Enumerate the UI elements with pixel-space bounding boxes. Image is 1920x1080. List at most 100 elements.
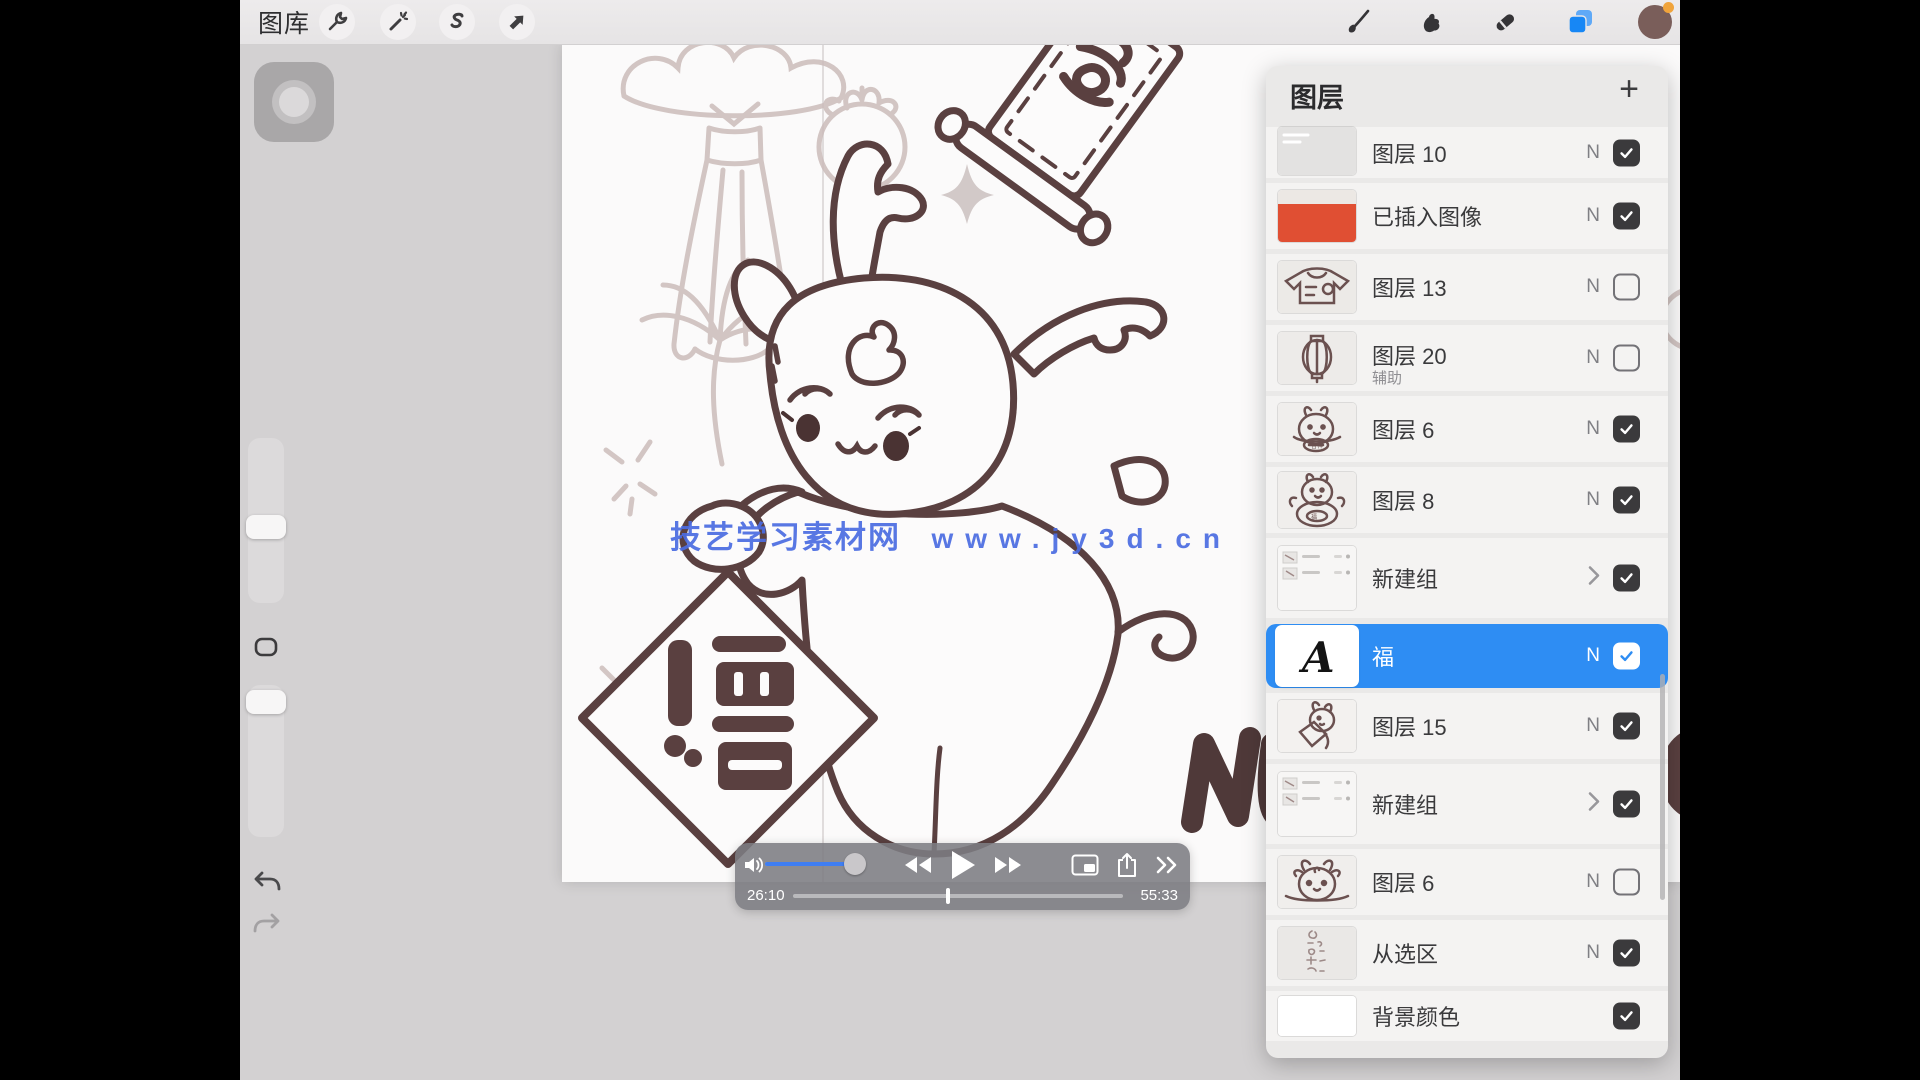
- layer-thumbnail: [1278, 996, 1356, 1036]
- play-button[interactable]: [946, 849, 980, 881]
- brush-icon[interactable]: [1340, 4, 1376, 40]
- layer-visibility-checkbox[interactable]: [1613, 274, 1640, 301]
- progress-bar[interactable]: [793, 894, 1123, 898]
- layer-thumbnail: [1278, 127, 1356, 175]
- layer-row[interactable]: 从选区N: [1266, 920, 1668, 986]
- volume-fill: [765, 862, 855, 866]
- blend-mode-badge[interactable]: N: [1586, 942, 1600, 964]
- group-expand-chevron-icon[interactable]: [1586, 565, 1602, 592]
- blend-mode-badge[interactable]: N: [1586, 142, 1600, 164]
- layer-visibility-checkbox[interactable]: [1613, 643, 1640, 670]
- color-swatch[interactable]: [1638, 5, 1672, 39]
- layer-row[interactable]: 图层 10 N: [1266, 127, 1668, 178]
- layer-visibility-checkbox[interactable]: [1613, 139, 1640, 166]
- layer-row[interactable]: 背景颜色: [1266, 991, 1668, 1041]
- duration: 55:33: [1140, 887, 1178, 904]
- layer-name: 福: [1372, 640, 1394, 672]
- layer-thumbnail: [1278, 190, 1356, 242]
- layer-name: 图层 13: [1372, 271, 1447, 303]
- layer-row[interactable]: 吉祥 图层 6 N: [1266, 396, 1668, 462]
- layer-visibility-checkbox[interactable]: [1613, 940, 1640, 967]
- layer-row[interactable]: 福图层 8 N: [1266, 467, 1668, 533]
- selection-icon[interactable]: [439, 4, 475, 40]
- layer-thumbnail: 福: [1278, 472, 1356, 528]
- share-button[interactable]: [1110, 849, 1144, 881]
- video-player-controls: 26:10 55:33: [735, 843, 1190, 910]
- redo-button[interactable]: [252, 912, 282, 936]
- blend-mode-badge[interactable]: N: [1586, 871, 1600, 893]
- adjustments-wand-icon[interactable]: [380, 4, 416, 40]
- brush-size-handle[interactable]: [246, 515, 286, 539]
- undo-button[interactable]: [252, 870, 282, 894]
- layer-row[interactable]: 已插入图像 N: [1266, 183, 1668, 249]
- layer-visibility-checkbox[interactable]: [1613, 203, 1640, 230]
- layer-thumbnail: 吉祥: [1278, 403, 1356, 455]
- eraser-icon[interactable]: [1487, 4, 1523, 40]
- floating-record-widget[interactable]: [254, 62, 334, 142]
- blend-mode-badge[interactable]: N: [1586, 418, 1600, 440]
- blend-mode-badge[interactable]: N: [1586, 715, 1600, 737]
- smudge-icon[interactable]: [1414, 4, 1450, 40]
- layer-row[interactable]: 图层 15 N: [1266, 693, 1668, 759]
- layer-name: 图层 8: [1372, 484, 1434, 516]
- layer-subtitle: 辅助: [1372, 367, 1402, 388]
- layer-name: 图层 15: [1372, 710, 1447, 742]
- layer-visibility-checkbox[interactable]: [1613, 869, 1640, 896]
- svg-text:A: A: [1298, 633, 1335, 682]
- layer-thumbnail: [1278, 700, 1356, 752]
- volume-knob[interactable]: [844, 853, 866, 875]
- layer-name: 已插入图像: [1372, 200, 1482, 232]
- layer-thumbnail: [1278, 261, 1356, 313]
- procreate-workspace: 技艺学习素材网 www.jy3d.cn 图库: [240, 0, 1680, 1080]
- layers-icon[interactable]: [1562, 4, 1598, 40]
- progress-scrubber[interactable]: [946, 888, 950, 904]
- svg-text:吉祥: 吉祥: [1311, 442, 1323, 450]
- add-layer-button[interactable]: +: [1612, 72, 1646, 106]
- layer-name: 图层 10: [1372, 137, 1447, 169]
- brush-opacity-handle[interactable]: [246, 690, 286, 714]
- layer-visibility-checkbox[interactable]: [1613, 713, 1640, 740]
- layer-visibility-checkbox[interactable]: [1613, 565, 1640, 592]
- actions-wrench-icon[interactable]: [319, 4, 355, 40]
- layer-thumbnail: [1278, 546, 1356, 610]
- blend-mode-badge[interactable]: N: [1586, 205, 1600, 227]
- blend-mode-badge[interactable]: N: [1586, 489, 1600, 511]
- more-controls-button[interactable]: [1150, 849, 1184, 881]
- record-ring-icon: [272, 80, 316, 124]
- transform-arrow-icon[interactable]: [499, 4, 535, 40]
- layer-row[interactable]: A福N: [1266, 624, 1668, 688]
- layer-list: 图层 10N已插入图像N图层 13N图层 20辅助N吉祥图层 6N福图层 8N新…: [1266, 127, 1668, 1046]
- group-expand-chevron-icon[interactable]: [1586, 791, 1602, 818]
- layer-visibility-checkbox[interactable]: [1613, 1003, 1640, 1030]
- blend-mode-badge[interactable]: N: [1586, 276, 1600, 298]
- layer-visibility-checkbox[interactable]: [1613, 416, 1640, 443]
- blend-mode-badge[interactable]: N: [1586, 645, 1600, 667]
- layer-name: 图层 6: [1372, 413, 1434, 445]
- layer-row[interactable]: 图层 20辅助N: [1266, 325, 1668, 391]
- layer-name: 新建组: [1372, 562, 1438, 594]
- fast-forward-button[interactable]: [991, 849, 1025, 881]
- gallery-button[interactable]: 图库: [258, 0, 310, 44]
- top-toolbar: 图库: [240, 0, 1680, 45]
- watermark-site-name: 技艺学习素材网: [670, 520, 901, 555]
- layer-group-row[interactable]: 新建组: [1266, 538, 1668, 618]
- layer-group-row[interactable]: 新建组: [1266, 764, 1668, 844]
- layer-row[interactable]: 图层 6N: [1266, 849, 1668, 915]
- rewind-button[interactable]: [901, 849, 935, 881]
- watermark: 技艺学习素材网 www.jy3d.cn: [670, 512, 1232, 557]
- layer-visibility-checkbox[interactable]: [1613, 345, 1640, 372]
- layer-name: 新建组: [1372, 788, 1438, 820]
- layer-visibility-checkbox[interactable]: [1613, 791, 1640, 818]
- volume-slider[interactable]: [765, 862, 863, 866]
- color-alert-dot: [1663, 2, 1674, 13]
- layers-panel: 图层 + 图层 10N已插入图像N图层 13N图层 20辅助N吉祥图层 6N福图…: [1266, 66, 1668, 1058]
- layer-thumbnail: [1278, 332, 1356, 384]
- modify-button[interactable]: [253, 634, 279, 660]
- layer-visibility-checkbox[interactable]: [1613, 487, 1640, 514]
- pip-button[interactable]: [1068, 849, 1102, 881]
- layer-thumbnail: [1278, 772, 1356, 836]
- blend-mode-badge[interactable]: N: [1586, 347, 1600, 369]
- panel-scrollbar[interactable]: [1660, 674, 1665, 900]
- layer-row[interactable]: 图层 13 N: [1266, 254, 1668, 320]
- layer-thumbnail: [1278, 856, 1356, 908]
